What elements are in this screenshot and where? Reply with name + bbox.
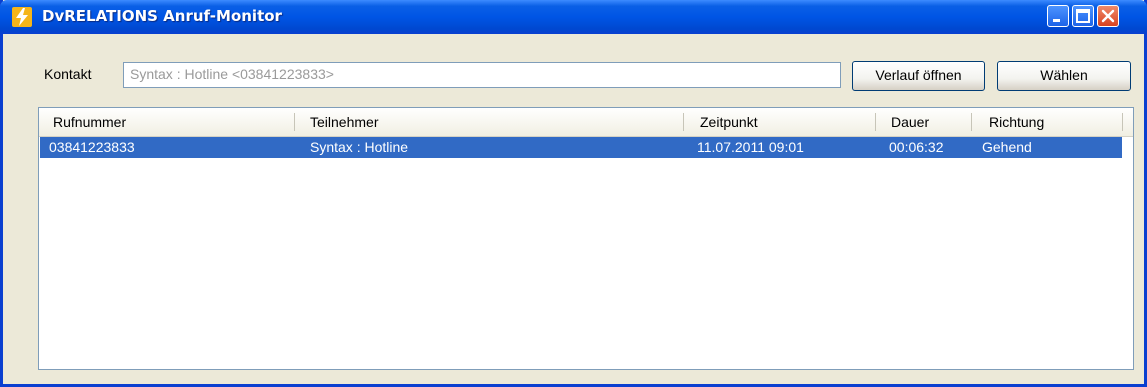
column-header-dauer[interactable]: Dauer — [891, 108, 929, 136]
cell-rufnummer: 03841223833 — [49, 139, 135, 155]
call-list[interactable]: Rufnummer Teilnehmer Zeitpunkt Dauer Ric… — [38, 107, 1134, 370]
column-divider[interactable] — [1122, 113, 1123, 131]
column-header-zeitpunkt[interactable]: Zeitpunkt — [700, 108, 758, 136]
app-window: DvRELATIONS Anruf-Monitor Kontakt Syntax… — [0, 0, 1147, 387]
column-divider[interactable] — [971, 113, 972, 131]
cell-zeitpunkt: 11.07.2011 09:01 — [697, 139, 804, 155]
close-button[interactable] — [1097, 5, 1119, 27]
maximize-button[interactable] — [1072, 5, 1094, 27]
minimize-icon — [1053, 19, 1060, 22]
kontakt-input[interactable]: Syntax : Hotline <03841223833> — [123, 62, 841, 88]
list-header: Rufnummer Teilnehmer Zeitpunkt Dauer Ric… — [39, 108, 1133, 137]
minimize-button[interactable] — [1047, 5, 1069, 27]
kontakt-label: Kontakt — [44, 66, 92, 82]
column-divider[interactable] — [683, 113, 684, 131]
app-lightning-icon — [12, 7, 32, 27]
column-header-rufnummer[interactable]: Rufnummer — [53, 108, 126, 136]
column-divider[interactable] — [294, 113, 295, 131]
waehlen-button[interactable]: Wählen — [997, 61, 1131, 91]
window-title: DvRELATIONS Anruf-Monitor — [42, 7, 282, 25]
column-divider[interactable] — [875, 113, 876, 131]
column-header-teilnehmer[interactable]: Teilnehmer — [310, 108, 378, 136]
cell-dauer: 00:06:32 — [889, 139, 944, 155]
verlauf-oeffnen-button[interactable]: Verlauf öffnen — [852, 61, 985, 91]
close-icon — [1101, 9, 1115, 23]
title-bar[interactable]: DvRELATIONS Anruf-Monitor — [0, 0, 1147, 34]
cell-teilnehmer: Syntax : Hotline — [310, 139, 409, 155]
column-header-richtung[interactable]: Richtung — [989, 108, 1044, 136]
cell-richtung: Gehend — [982, 139, 1032, 155]
table-row[interactable]: 03841223833 Syntax : Hotline 11.07.2011 … — [40, 137, 1122, 158]
maximize-icon — [1076, 9, 1090, 23]
